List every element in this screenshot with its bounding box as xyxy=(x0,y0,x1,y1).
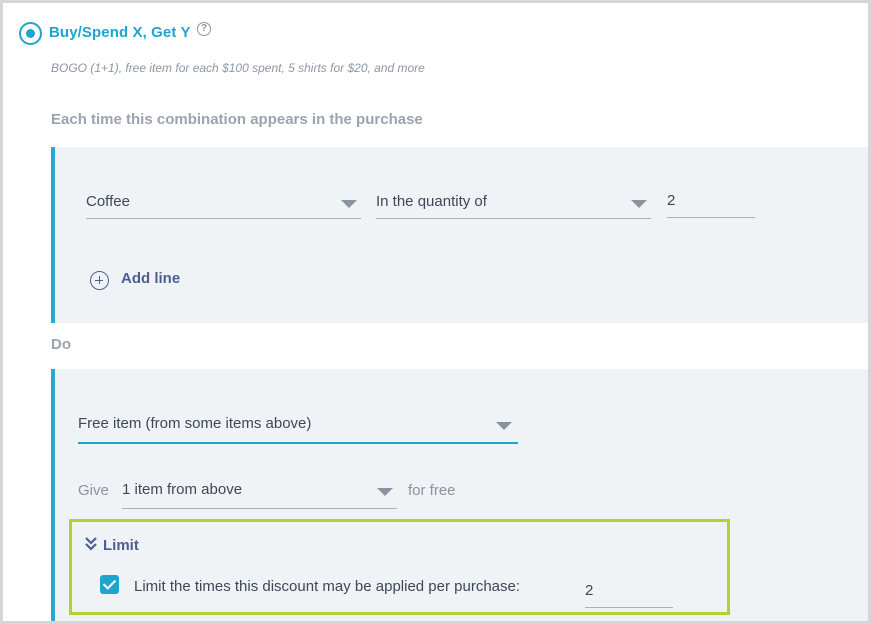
action-section-label: Do xyxy=(51,336,71,353)
plus-circle-icon xyxy=(90,271,109,290)
chevron-down-icon xyxy=(631,200,647,208)
option-description: BOGO (1+1), free item for each $100 spen… xyxy=(51,61,425,75)
help-icon[interactable]: ? xyxy=(197,22,211,36)
double-chevron-down-icon[interactable] xyxy=(84,536,98,554)
quantity-mode-select-value: In the quantity of xyxy=(376,193,487,210)
give-quantity-select[interactable]: 1 item from above xyxy=(122,481,397,509)
limit-checkbox-label: Limit the times this discount may be app… xyxy=(134,578,521,595)
add-line-label: Add line xyxy=(121,270,181,287)
condition-panel xyxy=(51,147,868,323)
action-type-select-value: Free item (from some items above) xyxy=(78,415,312,432)
for-free-label: for free xyxy=(408,482,456,499)
limit-value-input[interactable]: 2 xyxy=(585,577,673,608)
item-select-value: Coffee xyxy=(86,193,130,210)
condition-section-label: Each time this combination appears in th… xyxy=(51,111,423,128)
give-quantity-select-value: 1 item from above xyxy=(122,481,243,498)
give-label: Give xyxy=(78,482,109,499)
limit-checkbox[interactable] xyxy=(100,575,119,594)
item-select[interactable]: Coffee xyxy=(86,193,361,219)
chevron-down-icon xyxy=(377,488,393,496)
option-radio-button[interactable] xyxy=(19,22,42,45)
limit-toggle-label[interactable]: Limit xyxy=(103,537,139,554)
quantity-input[interactable]: 2 xyxy=(667,192,755,218)
limit-section: Limit Limit the times this discount may … xyxy=(69,519,730,615)
action-type-select[interactable]: Free item (from some items above) xyxy=(78,415,518,444)
quantity-mode-select[interactable]: In the quantity of xyxy=(376,193,651,219)
chevron-down-icon xyxy=(496,422,512,430)
option-title[interactable]: Buy/Spend X, Get Y xyxy=(49,24,191,41)
chevron-down-icon xyxy=(341,200,357,208)
